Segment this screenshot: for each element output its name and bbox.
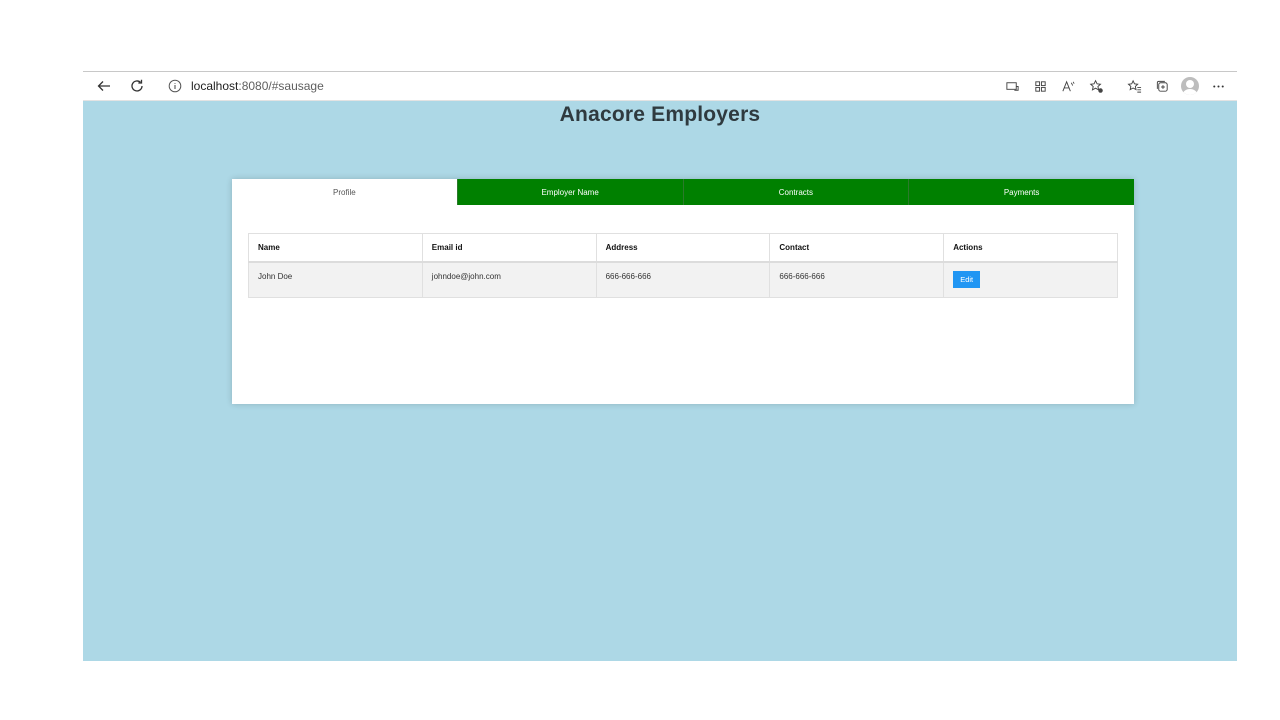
avatar xyxy=(1181,77,1199,95)
url-host: localhost xyxy=(191,79,239,93)
favorites-icon[interactable] xyxy=(1123,75,1145,97)
tab-profile[interactable]: Profile xyxy=(232,179,457,205)
toolbar-actions xyxy=(995,75,1229,97)
back-arrow-icon[interactable] xyxy=(93,75,115,97)
immersive-reader-icon[interactable] xyxy=(1001,75,1023,97)
url-text: localhost:8080/#sausage xyxy=(191,79,324,93)
cell-address: 666-666-666 xyxy=(595,261,771,298)
info-icon[interactable] xyxy=(167,78,183,94)
edit-button[interactable]: Edit xyxy=(953,271,981,289)
refresh-icon[interactable] xyxy=(126,75,148,97)
tab-employer-name[interactable]: Employer Name xyxy=(456,179,683,205)
tab-bar: Profile Employer Name Contracts Payments xyxy=(232,179,1134,205)
content-card: Profile Employer Name Contracts Payments… xyxy=(232,179,1134,404)
cell-name: John Doe xyxy=(248,261,423,298)
add-favorite-icon[interactable] xyxy=(1085,75,1107,97)
page-title: Anacore Employers xyxy=(559,103,761,126)
browser-toolbar: localhost:8080/#sausage xyxy=(83,72,1237,101)
tab-payments[interactable]: Payments xyxy=(908,179,1134,205)
more-menu-icon[interactable] xyxy=(1207,75,1229,97)
profile-avatar-icon[interactable] xyxy=(1179,75,1201,97)
column-header-email: Email id xyxy=(421,233,597,263)
collections-icon[interactable] xyxy=(1151,75,1173,97)
cell-actions: Edit xyxy=(943,261,1118,298)
column-header-contact: Contact xyxy=(769,233,945,263)
column-header-actions: Actions xyxy=(943,233,1118,263)
table-header-row: Name Email id Address Contact Actions xyxy=(248,233,1118,263)
browser-window: localhost:8080/#sausage Anacore Employer… xyxy=(83,71,1237,661)
read-aloud-icon[interactable] xyxy=(1057,75,1079,97)
column-header-name: Name xyxy=(248,233,423,263)
tab-contracts[interactable]: Contracts xyxy=(682,179,909,205)
column-header-address: Address xyxy=(595,233,771,263)
cell-email: johndoe@john.com xyxy=(421,261,597,298)
url-path: :8080/#sausage xyxy=(238,79,324,93)
employer-table-container: Name Email id Address Contact Actions Jo… xyxy=(248,233,1118,298)
address-bar[interactable]: localhost:8080/#sausage xyxy=(167,75,807,97)
apps-icon[interactable] xyxy=(1029,75,1051,97)
employer-table: Name Email id Address Contact Actions Jo… xyxy=(248,233,1118,298)
table-row: John Doe johndoe@john.com 666-666-666 66… xyxy=(248,261,1118,298)
cell-contact: 666-666-666 xyxy=(769,261,945,298)
